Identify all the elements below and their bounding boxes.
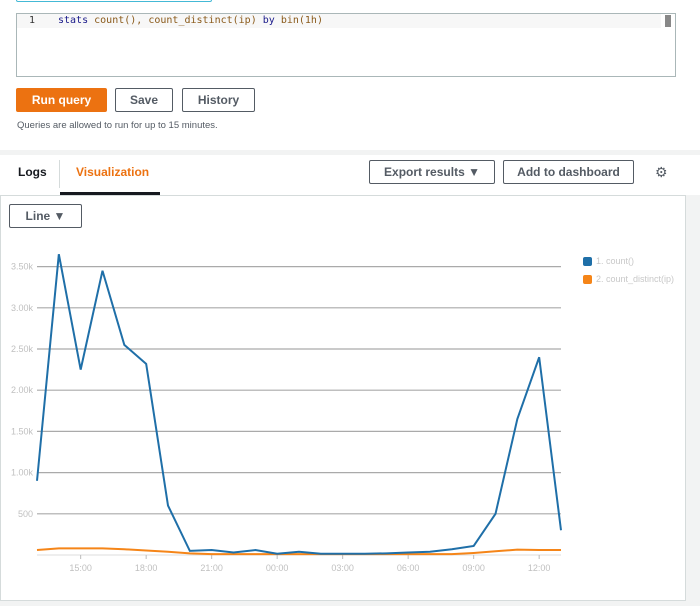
fn: count(),: [94, 15, 143, 26]
visualization-panel: Line ▼ 500 1.00k 1.50k 2.00k 2.50k 3.00k 3.50k…: [0, 195, 686, 601]
legend-label: 1. count(): [596, 256, 635, 266]
kw: by: [262, 15, 275, 26]
legend-item[interactable]: 2. count_distinct(ip): [583, 274, 674, 284]
divider: [59, 160, 60, 188]
fn: count_distinct(ip): [148, 15, 257, 26]
y-tick-label: 3.00k: [11, 303, 34, 313]
x-tick-label: 06:00: [397, 563, 420, 573]
x-tick-label: 00:00: [266, 563, 289, 573]
fn: bin(1h): [280, 15, 323, 26]
legend-swatch: [583, 256, 592, 266]
legend-swatch: [583, 274, 592, 284]
x-tick-label: 12:00: [528, 563, 551, 573]
query-section: 1 stats count(), count_distinct(ip) by b…: [0, 0, 700, 150]
add-to-dashboard-button[interactable]: Add to dashboard: [503, 160, 634, 184]
save-button[interactable]: Save: [115, 88, 173, 112]
y-tick-label: 1.00k: [11, 468, 34, 478]
query-text[interactable]: stats count(), count_distinct(ip) by bin…: [58, 14, 323, 28]
query-editor[interactable]: 1 stats count(), count_distinct(ip) by b…: [16, 13, 676, 77]
y-tick-label: 500: [18, 509, 33, 519]
editor-scrollbar[interactable]: [665, 15, 671, 27]
y-tick-label: 1.50k: [11, 426, 34, 436]
x-tick-label: 09:00: [462, 563, 485, 573]
series-line-1: [36, 254, 562, 555]
editor-line: 1 stats count(), count_distinct(ip) by b…: [17, 14, 661, 28]
run-query-button[interactable]: Run query: [16, 88, 107, 112]
legend-item[interactable]: 1. count(): [583, 256, 634, 266]
y-tick-label: 2.50k: [11, 344, 34, 354]
export-results-button[interactable]: Export results ▼: [369, 160, 495, 184]
x-tick-label: 21:00: [200, 563, 223, 573]
line-number: 1: [29, 15, 36, 26]
kw: stats: [58, 15, 89, 26]
tab-visualization[interactable]: Visualization: [76, 165, 149, 179]
legend-label: 2. count_distinct(ip): [596, 274, 675, 284]
gear-icon[interactable]: ⚙: [655, 164, 668, 181]
y-tick-label: 3.50k: [11, 262, 34, 272]
history-button[interactable]: History: [182, 88, 255, 112]
query-note: Queries are allowed to run for up to 15 …: [17, 120, 218, 131]
tab-logs[interactable]: Logs: [18, 165, 47, 179]
x-tick-label: 15:00: [69, 563, 92, 573]
query-tab-fragment: [16, 0, 212, 2]
x-tick-label: 18:00: [135, 563, 158, 573]
y-tick-label: 2.00k: [11, 385, 34, 395]
x-tick-label: 03:00: [331, 563, 354, 573]
